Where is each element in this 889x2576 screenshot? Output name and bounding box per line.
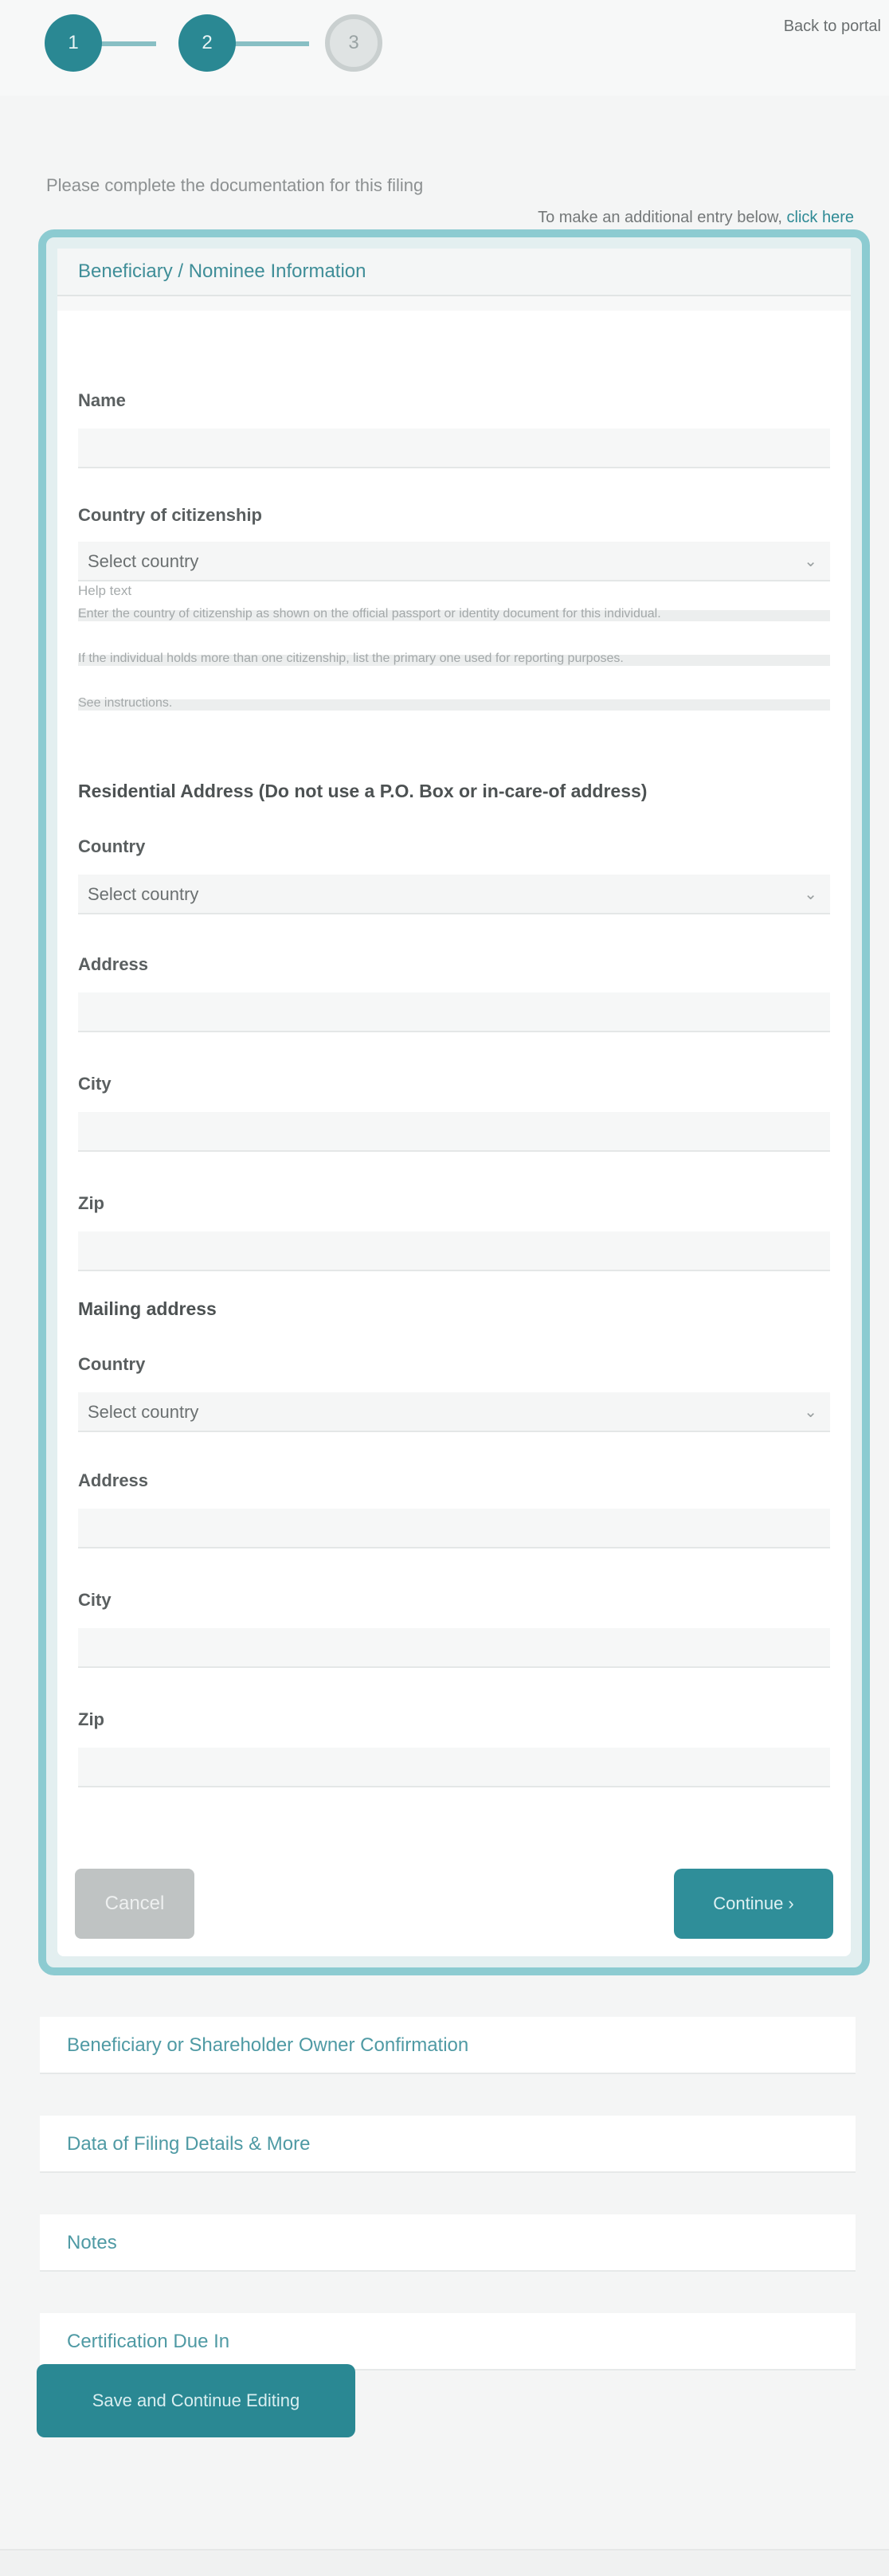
- name-field[interactable]: [78, 429, 830, 468]
- modal-body: Beneficiary / Nominee Information Name C…: [57, 249, 851, 1956]
- res-city-input[interactable]: [78, 1112, 830, 1150]
- add-entry-link[interactable]: click here: [787, 209, 854, 226]
- mail-zip-label: Zip: [78, 1709, 104, 1729]
- save-and-continue-button[interactable]: Save and Continue Editing: [37, 2364, 355, 2437]
- chevron-down-icon: ⌄: [804, 886, 817, 903]
- step-3[interactable]: 3: [325, 14, 382, 72]
- mail-address-label: Address: [78, 1470, 149, 1490]
- help-line: Enter the country of citizenship as show…: [78, 607, 661, 621]
- mail-city-field[interactable]: [78, 1628, 830, 1668]
- help-line: See instructions.: [78, 696, 173, 710]
- intro-text: Please complete the documentation for th…: [46, 175, 424, 195]
- cancel-button[interactable]: Cancel: [75, 1869, 194, 1939]
- step-2[interactable]: 2: [178, 14, 236, 72]
- top-bar: 1 2 3 Back to portal: [0, 0, 889, 96]
- res-country-label: Country: [78, 836, 146, 856]
- help-text-block: Help text Enter the country of citizensh…: [78, 583, 830, 766]
- country-citizenship-label: Country of citizenship: [78, 505, 262, 525]
- mail-city-input[interactable]: [78, 1628, 830, 1666]
- res-country-select[interactable]: Select country ⌄: [78, 875, 830, 914]
- mail-zip-field[interactable]: [78, 1748, 830, 1787]
- beneficiary-modal: Beneficiary / Nominee Information Name C…: [38, 229, 870, 1975]
- mail-country-label: Country: [78, 1354, 146, 1374]
- res-city-field[interactable]: [78, 1112, 830, 1152]
- res-zip-field[interactable]: [78, 1231, 830, 1271]
- mail-address-field[interactable]: [78, 1509, 830, 1548]
- step-number: 3: [348, 32, 359, 53]
- add-entry-text: To make an additional entry below,: [538, 209, 782, 226]
- step-number: 1: [68, 32, 79, 53]
- res-address-input[interactable]: [78, 992, 830, 1031]
- name-label: Name: [78, 390, 126, 410]
- accordion-certification[interactable]: Certification Due In: [40, 2313, 856, 2370]
- accordion-ownership-confirmation[interactable]: Beneficiary or Shareholder Owner Confirm…: [40, 2017, 856, 2074]
- country-citizenship-select[interactable]: Select country ⌄: [78, 542, 830, 581]
- mail-country-select[interactable]: Select country ⌄: [78, 1392, 830, 1432]
- accordion-notes[interactable]: Notes: [40, 2214, 856, 2272]
- country-citizenship-value: Select country: [88, 551, 199, 571]
- step-connector: [92, 41, 156, 46]
- back-to-portal-link[interactable]: Back to portal: [784, 18, 881, 36]
- mail-city-label: City: [78, 1590, 112, 1610]
- res-country-value: Select country: [88, 884, 199, 904]
- step-1[interactable]: 1: [45, 14, 102, 72]
- chevron-down-icon: ⌄: [804, 1403, 817, 1421]
- res-address-label: Address: [78, 954, 149, 974]
- mail-country-value: Select country: [88, 1402, 199, 1422]
- step-number: 2: [202, 32, 213, 53]
- mailing-address-heading: Mailing address: [78, 1298, 217, 1319]
- help-label: Help text: [78, 583, 132, 598]
- section-divider: [57, 296, 851, 311]
- residential-address-heading: Residential Address (Do not use a P.O. B…: [78, 781, 648, 801]
- res-zip-input[interactable]: [78, 1231, 830, 1270]
- res-city-label: City: [78, 1074, 112, 1094]
- res-address-field[interactable]: [78, 992, 830, 1032]
- page-footer: [0, 2549, 889, 2576]
- accordion-filing-details[interactable]: Data of Filing Details & More: [40, 2116, 856, 2173]
- res-zip-label: Zip: [78, 1193, 104, 1213]
- chevron-down-icon: ⌄: [804, 553, 817, 570]
- add-entry-note: To make an additional entry below, click…: [538, 209, 854, 227]
- help-line: If the individual holds more than one ci…: [78, 652, 624, 665]
- name-input[interactable]: [78, 429, 830, 467]
- mail-address-input[interactable]: [78, 1509, 830, 1547]
- page-content: Please complete the documentation for th…: [0, 96, 889, 2574]
- continue-button[interactable]: Continue ›: [674, 1869, 833, 1939]
- mail-zip-input[interactable]: [78, 1748, 830, 1786]
- modal-title[interactable]: Beneficiary / Nominee Information: [57, 249, 851, 296]
- progress-stepper: 1 2 3: [45, 14, 387, 72]
